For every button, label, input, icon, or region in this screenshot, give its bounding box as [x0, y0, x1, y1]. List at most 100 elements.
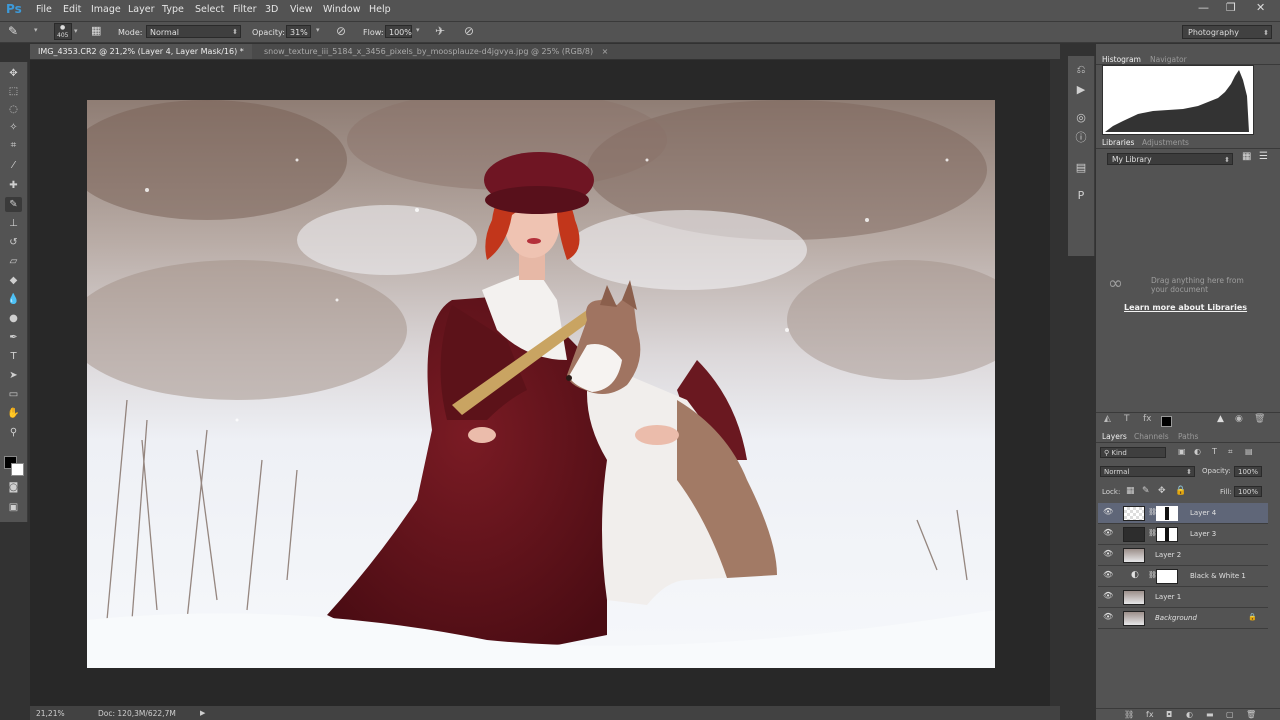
layer-name[interactable]: Layer 1: [1155, 593, 1181, 601]
hand-icon[interactable]: ✋: [5, 406, 22, 421]
tab-libraries[interactable]: Libraries: [1102, 138, 1134, 147]
menu-window[interactable]: Window: [323, 4, 360, 15]
brush-preset-picker[interactable]: ● 405: [54, 23, 72, 40]
pressure-opacity-icon[interactable]: ⊘: [336, 24, 346, 38]
learn-more-link[interactable]: Learn more about Libraries: [1124, 303, 1247, 312]
lock-pixels-icon[interactable]: ✎: [1142, 486, 1150, 496]
grid-view-icon[interactable]: ▦: [1242, 151, 1251, 162]
tab-adjustments[interactable]: Adjustments: [1142, 138, 1189, 147]
brush-panel-icon[interactable]: ▦: [91, 24, 101, 37]
menu-layer[interactable]: Layer: [128, 4, 155, 15]
list-view-icon[interactable]: ☰: [1259, 151, 1268, 162]
layer-name[interactable]: Background: [1155, 614, 1197, 622]
menu-view[interactable]: View: [290, 4, 313, 15]
marquee-tool-icon[interactable]: ⬚: [5, 84, 22, 99]
filter-adjust-icon[interactable]: ◐: [1194, 447, 1201, 456]
warning-icon[interactable]: ▲: [1217, 414, 1224, 424]
filter-pixel-icon[interactable]: ▣: [1178, 447, 1186, 456]
filter-smart-icon[interactable]: ▤: [1245, 447, 1253, 456]
lock-all-icon[interactable]: 🔒: [1175, 486, 1186, 496]
menu-type[interactable]: Type: [162, 4, 184, 15]
menu-image[interactable]: Image: [91, 4, 121, 15]
link-layers-icon[interactable]: ⛓: [1124, 710, 1134, 719]
crop-icon[interactable]: ⌗: [5, 138, 22, 153]
lock-position-icon[interactable]: ✥: [1158, 486, 1166, 496]
path-select-icon[interactable]: ➤: [5, 368, 22, 383]
eyedropper-icon[interactable]: ⁄: [5, 158, 22, 173]
library-add-graphic-icon[interactable]: ◭: [1104, 414, 1111, 424]
healing-brush-icon[interactable]: ✚: [5, 178, 22, 193]
layer-kind-filter[interactable]: ⚲ Kind: [1100, 447, 1166, 458]
library-add-color-icon[interactable]: [1161, 416, 1172, 427]
tab-layers[interactable]: Layers: [1102, 432, 1127, 441]
move-tool-icon[interactable]: ✥: [5, 66, 22, 81]
restore-button[interactable]: ❐: [1226, 1, 1236, 14]
brush-icon[interactable]: ✎: [5, 197, 22, 212]
eye-icon[interactable]: 👁: [1103, 591, 1113, 600]
layer-row[interactable]: 👁 Layer 2: [1098, 545, 1268, 566]
paint-bucket-icon[interactable]: ◆: [5, 273, 22, 288]
chevron-down-icon[interactable]: ▾: [34, 26, 38, 34]
background-color-swatch[interactable]: [11, 463, 24, 476]
close-tab-icon[interactable]: ×: [602, 47, 609, 56]
layer-row[interactable]: 👁 Background 🔒: [1098, 608, 1268, 629]
new-layer-icon[interactable]: ▢: [1226, 710, 1234, 719]
magic-wand-icon[interactable]: ✧: [5, 120, 22, 135]
tab-img-4353[interactable]: IMG_4353.CR2 @ 21,2% (Layer 4, Layer Mas…: [30, 44, 252, 59]
swatches-icon[interactable]: ▤: [1073, 160, 1089, 176]
brush-tool-icon[interactable]: ✎: [8, 24, 18, 38]
status-menu-arrow-icon[interactable]: ▶: [200, 709, 205, 717]
layer-name[interactable]: Layer 4: [1190, 509, 1216, 517]
tab-histogram[interactable]: Histogram: [1102, 55, 1141, 64]
rectangle-icon[interactable]: ▭: [5, 387, 22, 402]
document-canvas[interactable]: [87, 100, 995, 668]
eye-icon[interactable]: 👁: [1103, 612, 1113, 621]
blur-icon[interactable]: 💧: [5, 292, 22, 307]
eye-icon[interactable]: 👁: [1103, 528, 1113, 537]
info-icon[interactable]: ⓘ: [1073, 130, 1089, 146]
chevron-down-icon[interactable]: ▾: [74, 27, 78, 35]
workspace-select[interactable]: Photography ⬍: [1182, 25, 1272, 39]
zoom-level[interactable]: 21,21%: [36, 709, 65, 718]
library-add-fx-icon[interactable]: fx: [1143, 414, 1152, 424]
minimize-button[interactable]: —: [1198, 1, 1209, 14]
dodge-icon[interactable]: ●: [5, 311, 22, 326]
layer-mask-thumbnail[interactable]: [1156, 506, 1178, 521]
menu-help[interactable]: Help: [369, 4, 391, 15]
fill-input[interactable]: 100%: [1234, 486, 1262, 497]
tab-snow-texture[interactable]: snow_texture_iii_5184_x_3456_pixels_by_m…: [256, 44, 636, 59]
new-adjustment-icon[interactable]: ◐: [1186, 710, 1193, 719]
eye-icon[interactable]: 👁: [1103, 570, 1113, 579]
layer-row[interactable]: 👁 Layer 1: [1098, 587, 1268, 608]
tab-navigator[interactable]: Navigator: [1150, 55, 1187, 64]
menu-select[interactable]: Select: [195, 4, 224, 15]
menu-edit[interactable]: Edit: [63, 4, 81, 15]
layer-name[interactable]: Black & White 1: [1190, 572, 1246, 580]
layer-mask-thumbnail[interactable]: [1156, 527, 1178, 542]
trash-icon[interactable]: 🗑: [1254, 414, 1265, 424]
warning-icon[interactable]: ⚠: [1235, 73, 1242, 82]
library-select[interactable]: My Library ⬍: [1107, 153, 1233, 165]
layer-mask-thumbnail[interactable]: [1156, 569, 1178, 584]
pen-icon[interactable]: ✒: [5, 330, 22, 345]
menu-3d[interactable]: 3D: [265, 4, 278, 15]
layer-row[interactable]: 👁 ◐ ⛓ Black & White 1: [1098, 566, 1268, 587]
layer-name[interactable]: Layer 3: [1190, 530, 1216, 538]
filter-type-icon[interactable]: T: [1212, 447, 1217, 456]
flow-input[interactable]: 100%: [385, 25, 412, 38]
layer-opacity-input[interactable]: 100%: [1234, 466, 1262, 477]
eye-icon[interactable]: 👁: [1103, 549, 1113, 558]
menu-file[interactable]: File: [36, 4, 52, 15]
lock-transparency-icon[interactable]: ▦: [1126, 486, 1135, 496]
quick-mask-icon[interactable]: ◙: [5, 480, 22, 495]
history-brush-icon[interactable]: ↺: [5, 235, 22, 250]
type-icon[interactable]: T: [5, 349, 22, 364]
close-window-button[interactable]: ✕: [1256, 1, 1265, 14]
history-icon[interactable]: ⎌: [1073, 62, 1089, 78]
mode-select[interactable]: Normal ⬍: [146, 25, 241, 38]
opacity-input[interactable]: 31%: [286, 25, 311, 38]
clone-stamp-icon[interactable]: ⊥: [5, 216, 22, 231]
actions-play-icon[interactable]: ▶: [1073, 82, 1089, 98]
chevron-down-icon[interactable]: ▾: [416, 26, 420, 34]
paragraph-icon[interactable]: P: [1073, 188, 1089, 204]
